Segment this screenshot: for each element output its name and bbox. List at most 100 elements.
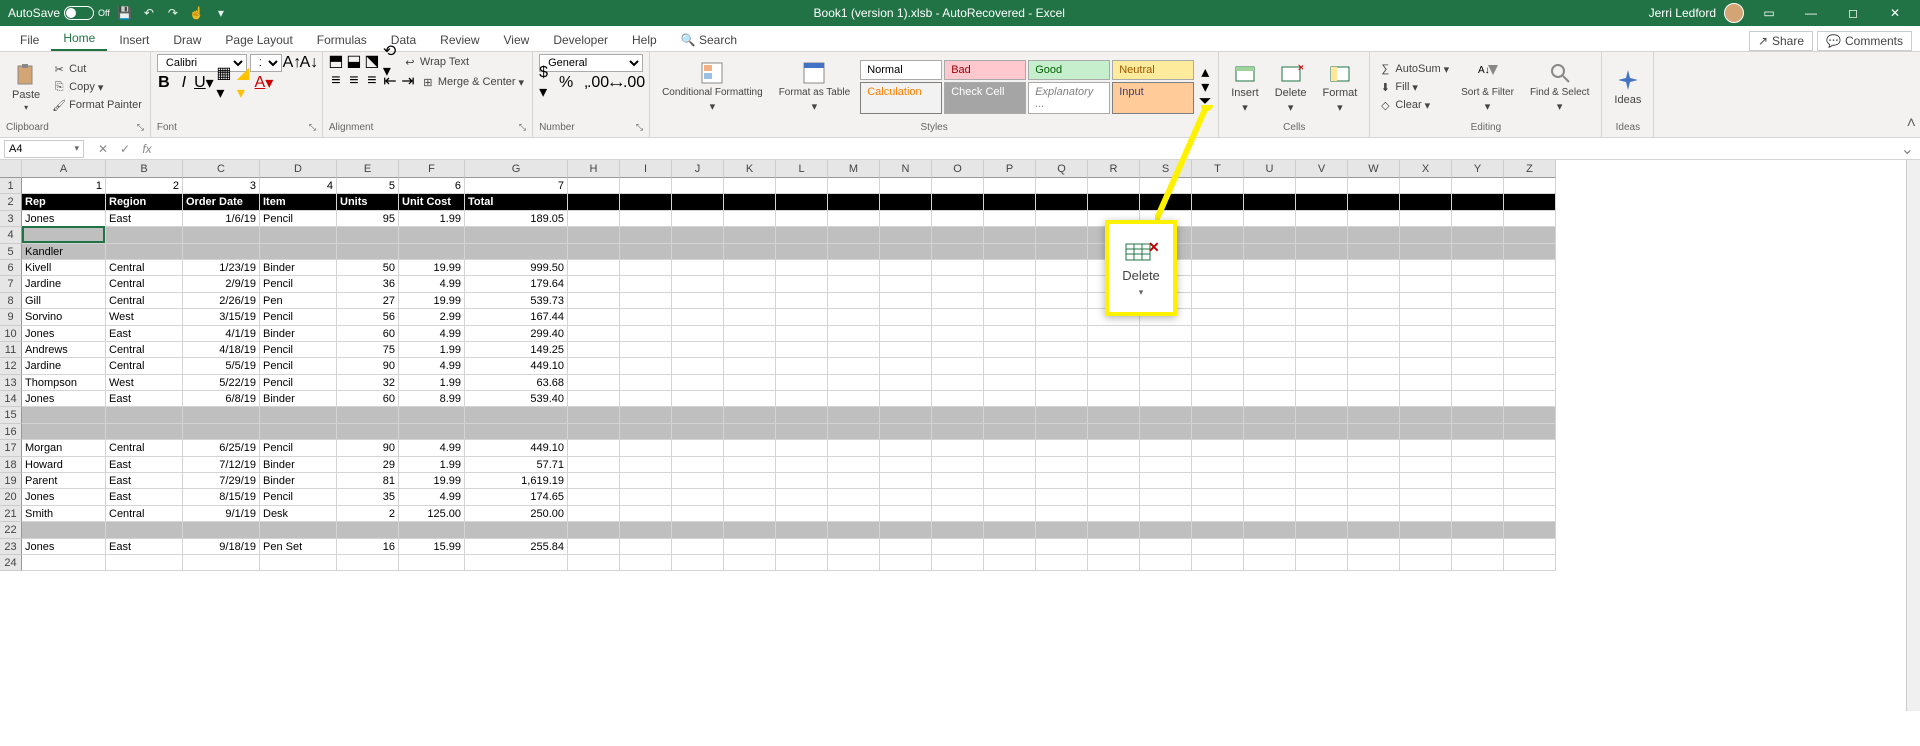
cell[interactable] [776,473,828,489]
cell[interactable] [568,244,620,260]
cell[interactable] [183,522,260,538]
fx-icon[interactable]: fx [138,142,156,156]
cell[interactable] [984,375,1036,391]
cell[interactable] [672,244,724,260]
cell[interactable] [828,358,880,374]
cell[interactable] [776,424,828,440]
cell[interactable] [880,424,932,440]
cell[interactable]: 539.40 [465,391,568,407]
cell[interactable]: 6 [399,178,465,194]
cell[interactable]: 60 [337,391,399,407]
style-neutral[interactable]: Neutral [1112,60,1194,80]
cell[interactable] [1036,407,1088,423]
increase-indent-icon[interactable]: ⇥ [401,74,415,88]
row-header[interactable]: 6 [0,260,22,276]
cell[interactable] [1348,211,1400,227]
cell[interactable] [1244,506,1296,522]
cell[interactable] [932,342,984,358]
bold-button[interactable]: B [157,76,171,90]
cell[interactable] [1400,211,1452,227]
cell[interactable] [1452,260,1504,276]
cell[interactable] [984,276,1036,292]
cell[interactable] [1400,178,1452,194]
cell[interactable] [1036,211,1088,227]
cell[interactable] [880,342,932,358]
cell[interactable] [1192,227,1244,243]
wrap-text-button[interactable]: ↩Wrap Text [401,54,471,70]
cell[interactable] [932,293,984,309]
cell[interactable] [880,555,932,571]
cell[interactable] [1348,342,1400,358]
cell[interactable] [183,424,260,440]
cell[interactable] [932,211,984,227]
tab-help[interactable]: Help [620,29,669,51]
cell[interactable] [568,358,620,374]
cell[interactable] [984,358,1036,374]
cell[interactable] [337,522,399,538]
cell[interactable] [1296,326,1348,342]
orientation-icon[interactable]: ⟲ ▾ [383,54,397,68]
number-format-select[interactable]: General [539,54,643,72]
column-header[interactable]: Q [1036,160,1088,178]
save-icon[interactable]: 💾 [116,4,134,22]
cell[interactable] [1400,276,1452,292]
decrease-indent-icon[interactable]: ⇤ [383,74,397,88]
cell[interactable] [672,227,724,243]
cell[interactable] [1088,358,1140,374]
cell[interactable] [1348,309,1400,325]
cell[interactable] [1452,506,1504,522]
cell[interactable] [1192,555,1244,571]
cell[interactable] [1244,473,1296,489]
cell[interactable] [1036,391,1088,407]
cell[interactable] [1036,375,1088,391]
cell[interactable] [620,358,672,374]
style-check-cell[interactable]: Check Cell [944,82,1026,114]
cell[interactable] [880,440,932,456]
cell[interactable] [724,260,776,276]
cell[interactable] [672,194,724,210]
cell[interactable] [1140,473,1192,489]
cell[interactable]: Howard [22,457,106,473]
cell[interactable] [465,227,568,243]
cell[interactable]: Central [106,276,183,292]
cell[interactable] [672,260,724,276]
cell[interactable] [984,440,1036,456]
cell[interactable] [776,260,828,276]
cell[interactable] [620,506,672,522]
cell[interactable] [984,244,1036,260]
cell[interactable] [672,375,724,391]
increase-font-icon[interactable]: A↑ [285,56,299,70]
cell[interactable] [1036,473,1088,489]
cell[interactable]: East [106,326,183,342]
cell[interactable]: Central [106,506,183,522]
cell[interactable] [22,227,106,243]
column-header[interactable]: V [1296,160,1348,178]
cell[interactable]: Sorvino [22,309,106,325]
cell[interactable] [1296,522,1348,538]
cell[interactable] [932,375,984,391]
cell[interactable] [1504,440,1556,456]
cell[interactable] [568,309,620,325]
autosum-button[interactable]: ∑AutoSum ▾ [1376,61,1451,77]
cell[interactable] [932,244,984,260]
column-header[interactable]: W [1348,160,1400,178]
cell[interactable] [880,539,932,555]
cell[interactable] [1452,555,1504,571]
cell[interactable] [1348,326,1400,342]
cell[interactable] [1192,342,1244,358]
cell[interactable]: 19.99 [399,293,465,309]
cell[interactable] [1400,457,1452,473]
column-header[interactable]: O [932,160,984,178]
cell[interactable]: 19.99 [399,260,465,276]
cell[interactable] [724,407,776,423]
cell[interactable] [776,457,828,473]
cell[interactable] [620,555,672,571]
cell[interactable] [1400,539,1452,555]
cell[interactable] [1348,194,1400,210]
cell[interactable] [1504,326,1556,342]
cell[interactable] [828,440,880,456]
cell[interactable] [620,260,672,276]
cell[interactable] [1088,424,1140,440]
cell[interactable] [724,555,776,571]
cell[interactable] [932,260,984,276]
